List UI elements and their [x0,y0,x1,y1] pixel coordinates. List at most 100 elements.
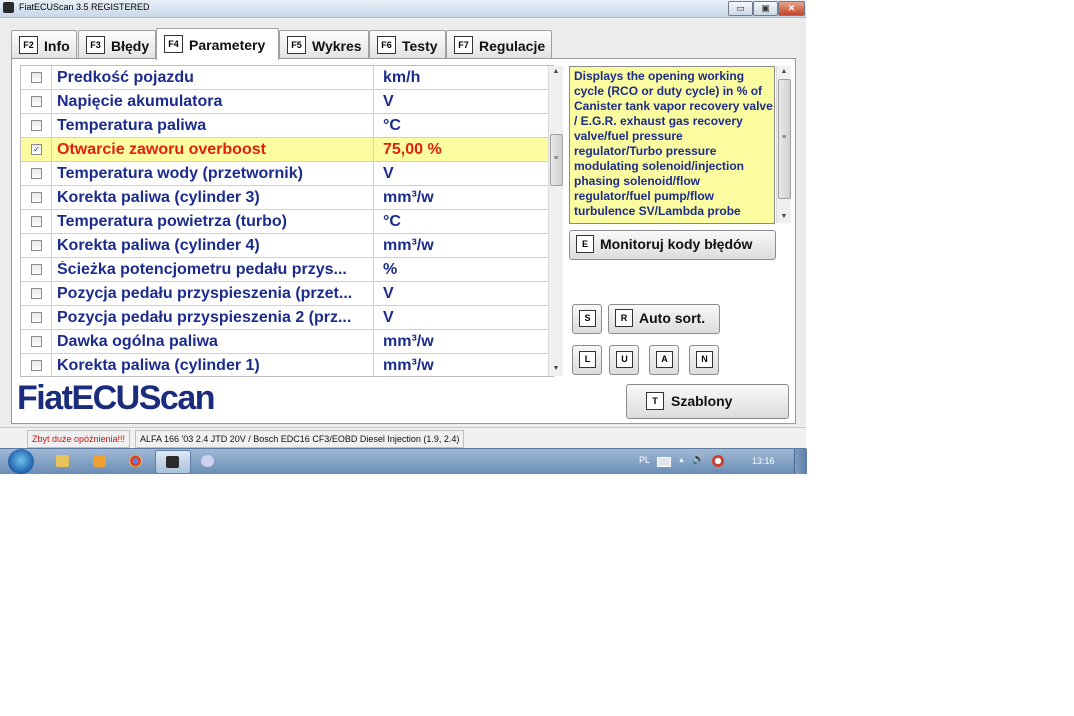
close-button[interactable]: ✕ [778,1,805,16]
parameter-row[interactable]: Korekta paliwa (cylinder 3) mm³/w [21,186,551,210]
tray-expand-icon[interactable]: ▲ [678,457,685,464]
minimize-button[interactable]: ▭ [728,1,753,16]
checkbox-cell [21,306,52,329]
network-icon[interactable] [712,455,724,467]
start-button-icon[interactable] [8,449,34,474]
chrome-icon [129,455,142,467]
tab-errors[interactable]: F3 Błędy [78,30,156,58]
tab-key: F6 [377,36,396,54]
parameter-checkbox[interactable] [31,336,42,347]
button-key: R [615,309,633,327]
keyboard-icon[interactable] [657,457,671,467]
parameter-name: Korekta paliwa (cylinder 1) [57,357,260,374]
tab-key: F5 [287,36,306,54]
taskbar-explorer[interactable] [46,450,80,472]
column-divider [373,210,374,233]
tab-info[interactable]: F2 Info [11,30,77,58]
parameter-checkbox[interactable] [31,192,42,203]
tab-parameters[interactable]: F4 Parametery [156,28,279,60]
parameter-name: Predkość pojazdu [57,69,194,86]
checkbox-cell [21,66,52,89]
tab-label: Testy [402,38,438,54]
parameter-row[interactable]: Temperatura wody (przetwornik) V [21,162,551,186]
taskbar-chrome[interactable] [119,450,153,472]
parameter-row[interactable]: Temperatura paliwa °C [21,114,551,138]
show-desktop-button[interactable] [794,449,807,474]
auto-sort-button[interactable]: R Auto sort. [608,304,720,334]
parameter-checkbox[interactable] [31,72,42,83]
parameter-checkbox[interactable] [31,216,42,227]
parameter-row[interactable]: Dawka ogólna paliwa mm³/w [21,330,551,354]
clock[interactable]: 13:16 [752,456,775,466]
tab-label: Parametery [189,37,266,53]
parameter-value: mm³/w [383,189,434,206]
monitor-error-codes-button[interactable]: E Monitoruj kody błędów [569,230,776,260]
a-button[interactable]: A [649,345,679,375]
templates-button[interactable]: T Szablony [626,384,789,419]
taskbar-media-player[interactable] [83,450,117,472]
parameter-row[interactable]: Korekta paliwa (cylinder 1) mm³/w [21,354,551,376]
parameter-value: V [383,93,394,110]
s-button[interactable]: S [572,304,602,334]
parameter-checkbox[interactable] [31,360,42,371]
taskbar-app[interactable] [191,450,225,472]
checkbox-cell: ✓ [21,138,52,161]
app-logo: FiatECUScan [17,379,216,417]
media-player-icon [93,455,106,467]
scroll-down-icon[interactable]: ▼ [549,363,563,375]
checkbox-cell [21,330,52,353]
scroll-up-icon[interactable]: ▲ [549,66,563,78]
parameter-checkbox[interactable] [31,96,42,107]
parameter-checkbox[interactable] [31,264,42,275]
parameter-row[interactable]: Napięcie akumulatora V [21,90,551,114]
volume-icon[interactable]: 🔊 [692,454,704,465]
button-key: S [579,310,596,327]
button-key: N [696,351,713,368]
parameter-row[interactable]: Temperatura powietrza (turbo) °C [21,210,551,234]
title-bar[interactable]: FiatECUScan 3.5 REGISTERED ▭ ▣ ✕ [0,0,806,18]
l-button[interactable]: L [572,345,602,375]
parameter-row[interactable]: Predkość pojazdu km/h [21,66,551,90]
parameter-name: Ścieżka potencjometru pedału przys... [57,261,347,278]
window-title: FiatECUScan 3.5 REGISTERED [19,2,150,12]
parameter-value: mm³/w [383,237,434,254]
parameter-checkbox[interactable] [31,312,42,323]
parameter-row[interactable]: Ścieżka potencjometru pedału przys... % [21,258,551,282]
parameter-row-selected[interactable]: ✓ Otwarcie zaworu overboost 75,00 % [21,138,551,162]
language-indicator[interactable]: PL [639,455,650,465]
column-divider [373,138,374,161]
parameter-row[interactable]: Pozycja pedału przyspieszenia 2 (prz... … [21,306,551,330]
parameter-row[interactable]: Korekta paliwa (cylinder 4) mm³/w [21,234,551,258]
parameter-name: Pozycja pedału przyspieszenia 2 (prz... [57,309,352,326]
column-divider [373,306,374,329]
description-scrollbar[interactable]: ▲ ≡ ▼ [776,66,791,223]
grid-scrollbar[interactable]: ▲ ≡ ▼ [548,66,563,376]
scroll-down-icon[interactable]: ▼ [777,211,791,223]
maximize-button[interactable]: ▣ [753,1,778,16]
tab-tests[interactable]: F6 Testy [369,30,446,58]
fiatecuscan-icon [166,456,179,468]
parameter-checkbox[interactable] [31,120,42,131]
parameter-name: Korekta paliwa (cylinder 3) [57,189,260,206]
parameter-checkbox[interactable] [31,168,42,179]
parameter-checkbox-checked[interactable]: ✓ [31,144,42,155]
n-button[interactable]: N [689,345,719,375]
parameters-grid: Predkość pojazdu km/h Napięcie akumulato… [20,65,554,377]
status-bar: Zbyt duże opóźnienia!!! ALFA 166 '03 2.4… [0,427,806,448]
tab-adjustments[interactable]: F7 Regulacje [446,30,552,58]
taskbar-fiatecuscan[interactable] [155,450,191,474]
checkbox-cell [21,234,52,257]
parameter-checkbox[interactable] [31,240,42,251]
checkbox-cell [21,162,52,185]
button-key: E [576,235,594,253]
scroll-up-icon[interactable]: ▲ [777,66,791,78]
description-text: Displays the opening working cycle (RCO … [574,69,773,218]
tab-chart[interactable]: F5 Wykres [279,30,369,58]
parameter-name: Dawka ogólna paliwa [57,333,218,350]
checkbox-cell [21,282,52,305]
column-divider [373,66,374,89]
u-button[interactable]: U [609,345,639,375]
parameter-checkbox[interactable] [31,288,42,299]
parameter-name: Napięcie akumulatora [57,93,223,110]
parameter-row[interactable]: Pozycja pedału przyspieszenia (przet... … [21,282,551,306]
